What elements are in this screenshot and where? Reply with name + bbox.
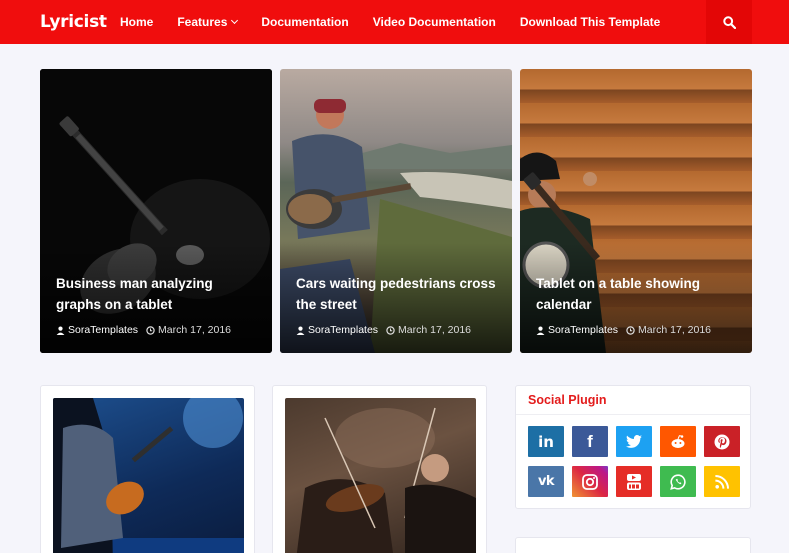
youtube-button[interactable]: [616, 466, 652, 497]
main-nav: Home Features Documentation Video Docume…: [120, 0, 684, 44]
post-thumbnail[interactable]: [53, 398, 244, 553]
post-date-wrap: March 17, 2016: [386, 324, 471, 336]
rss-button[interactable]: [704, 466, 740, 497]
featured-title[interactable]: Tablet on a table showing calendar: [536, 273, 738, 315]
whatsapp-icon: [670, 473, 686, 490]
nav-item-video-documentation[interactable]: Video Documentation: [373, 15, 496, 29]
post-date: March 17, 2016: [158, 324, 232, 336]
vk-button[interactable]: vk: [528, 466, 564, 497]
whatsapp-button[interactable]: [660, 466, 696, 497]
user-icon: [56, 326, 65, 335]
instagram-button[interactable]: [572, 466, 608, 497]
vk-icon: vk: [537, 474, 555, 489]
instagram-icon: [582, 473, 598, 490]
nav-video-documentation-label: Video Documentation: [372, 15, 496, 29]
post-author[interactable]: SoraTemplates: [548, 324, 618, 336]
clock-icon: [626, 325, 635, 335]
post-thumbnail[interactable]: [285, 398, 476, 553]
linkedin-button[interactable]: in: [528, 426, 564, 457]
post-author[interactable]: SoraTemplates: [68, 324, 138, 336]
facebook-icon: f: [587, 431, 593, 451]
rss-icon: [715, 474, 729, 489]
post-meta: SoraTemplates March 17, 2016: [536, 324, 711, 336]
nav-features-label: Features: [177, 15, 228, 29]
widget-divider: [516, 414, 750, 415]
pinterest-icon: [714, 434, 730, 449]
post-date: March 17, 2016: [398, 324, 472, 336]
youtube-icon: [627, 473, 641, 490]
clock-icon: [386, 325, 395, 335]
post-date-wrap: March 17, 2016: [626, 324, 711, 336]
nav-documentation-label: Documentation: [261, 15, 349, 29]
nav-item-documentation[interactable]: Documentation: [261, 15, 348, 29]
clock-icon: [146, 325, 155, 335]
user-icon: [296, 326, 305, 335]
post-date-wrap: March 17, 2016: [146, 324, 231, 336]
site-logo[interactable]: Lyricist: [40, 12, 107, 32]
nav-item-download-template[interactable]: Download This Template: [520, 15, 660, 29]
post-meta: SoraTemplates March 17, 2016: [56, 324, 231, 336]
nav-download-label: Download This Template: [519, 15, 661, 29]
reddit-icon: [671, 435, 685, 448]
widget-title: Social Plugin: [528, 393, 607, 407]
twitter-button[interactable]: [616, 426, 652, 457]
linkedin-icon: in: [538, 432, 554, 451]
facebook-button[interactable]: f: [572, 426, 608, 457]
featured-post-1[interactable]: Business man analyzing graphs on a table…: [40, 69, 272, 353]
violinists-orchestra-image: [296, 407, 476, 553]
nav-item-home[interactable]: Home: [120, 15, 153, 29]
top-navbar: Lyricist Home Features Documentation Vid…: [0, 0, 789, 44]
post-card-1: [40, 385, 255, 553]
nav-item-features[interactable]: Features: [177, 15, 239, 29]
post-card-2: [272, 385, 487, 553]
featured-post-3[interactable]: Tablet on a table showing calendar SoraT…: [520, 69, 752, 353]
post-author[interactable]: SoraTemplates: [308, 324, 378, 336]
search-icon: [722, 15, 736, 29]
reddit-button[interactable]: [660, 426, 696, 457]
pinterest-button[interactable]: [704, 426, 740, 457]
search-button[interactable]: [706, 0, 752, 44]
social-plugin-widget: Social Plugin in f vk: [515, 385, 751, 509]
chevron-down-icon: [231, 16, 239, 25]
user-icon: [536, 326, 545, 335]
featured-title[interactable]: Business man analyzing graphs on a table…: [56, 273, 258, 315]
nav-home-label: Home: [120, 15, 154, 29]
post-meta: SoraTemplates March 17, 2016: [296, 324, 471, 336]
post-date: March 17, 2016: [638, 324, 712, 336]
sidebar-widget-2: [515, 537, 751, 553]
featured-post-2[interactable]: Cars waiting pedestrians cross the stree…: [280, 69, 512, 353]
featured-title[interactable]: Cars waiting pedestrians cross the stree…: [296, 273, 498, 315]
concert-guitarist-image: [53, 398, 244, 553]
twitter-icon: [626, 434, 642, 448]
